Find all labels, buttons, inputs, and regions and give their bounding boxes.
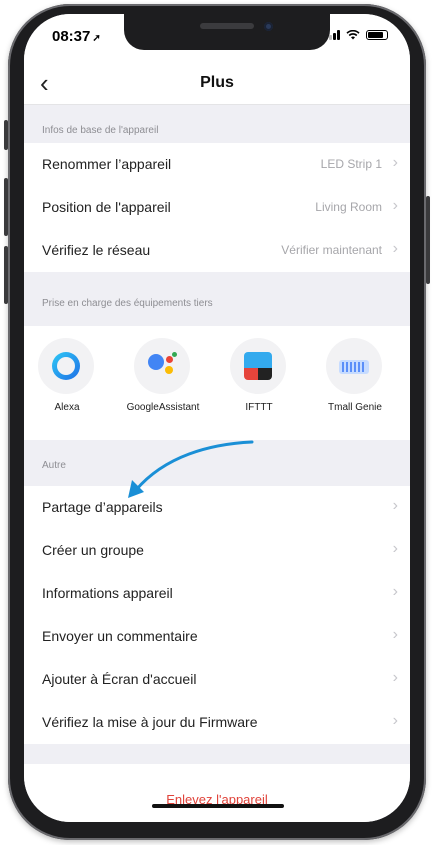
device-location-value: Living Room [315,200,382,214]
check-network-row[interactable]: Vérifiez le réseau Vérifier maintenant › [24,229,410,272]
page-title: Plus [200,74,234,91]
status-time-text: 08:37 [52,28,91,45]
status-icons [325,30,388,40]
google-assistant-item[interactable]: GoogleAssistant [118,338,208,428]
tmall-genie-label: Tmall Genie [328,402,382,413]
footer-area: Enlevez l'appareil [24,764,410,822]
section-header-basic-info: Infos de base de l'appareil [24,105,410,143]
create-group-label: Créer un groupe [42,542,144,558]
send-feedback-label: Envoyer un commentaire [42,628,198,644]
volume-down-button [4,246,8,304]
check-network-label: Vérifiez le réseau [42,242,151,258]
wifi-icon [346,30,360,40]
send-feedback-row[interactable]: Envoyer un commentaire › [24,615,410,658]
section-header-third-party: Prise en charge des équipements tiers [24,272,410,326]
location-arrow-icon: ➚ [92,33,101,44]
chevron-right-icon: › [392,626,398,643]
tmall-genie-icon [326,338,382,394]
chevron-right-icon: › [392,240,398,257]
mute-switch [4,120,8,150]
section-header-basic-info-text: Infos de base de l'appareil [42,125,159,136]
front-camera [264,22,273,31]
chevron-right-icon: › [392,154,398,171]
home-indicator [152,804,284,808]
chevron-right-icon: › [392,497,398,514]
add-to-home-screen-row[interactable]: Ajouter à Écran d'accueil › [24,658,410,701]
app-screen: 08:37 ➚ ‹ Plus Infos de base de l'apparei… [24,14,410,822]
chevron-right-icon: › [392,540,398,557]
create-group-row[interactable]: Créer un groupe › [24,529,410,572]
ifttt-item[interactable]: IFTTT [214,338,304,428]
device-location-row[interactable]: Position de l'appareil Living Room › [24,186,410,229]
status-time: 08:37 ➚ [52,28,101,45]
chevron-right-icon: › [392,669,398,686]
power-button [426,196,430,284]
chevron-right-icon: › [392,712,398,729]
device-info-row[interactable]: Informations appareil › [24,572,410,615]
firmware-update-label: Vérifiez la mise à jour du Firmware [42,714,258,730]
ifttt-label: IFTTT [245,402,273,413]
section-header-other-text: Autre [42,460,66,471]
battery-icon [366,30,388,40]
google-assistant-icon [134,338,190,394]
tmall-genie-item[interactable]: Tmall Genie [310,338,400,428]
notch [124,14,330,50]
google-assistant-label: GoogleAssistant [126,402,200,413]
device-location-label: Position de l'appareil [42,199,171,215]
rename-device-label: Renommer l’appareil [42,156,172,172]
device-info-label: Informations appareil [42,585,173,601]
add-to-home-screen-label: Ajouter à Écran d'accueil [42,671,197,687]
section-header-third-party-text: Prise en charge des équipements tiers [42,298,213,309]
firmware-update-row[interactable]: Vérifiez la mise à jour du Firmware › [24,701,410,744]
nav-bar: ‹ Plus [24,64,410,105]
annotation-arrow-icon [128,440,254,498]
volume-up-button [4,178,8,236]
alexa-icon [38,338,94,394]
alexa-item[interactable]: Alexa [24,338,112,428]
device-name-value: LED Strip 1 [320,157,382,171]
chevron-right-icon: › [392,197,398,214]
chevron-right-icon: › [392,583,398,600]
third-party-grid: Alexa GoogleAssistant IFTTT Tmall Genie [24,326,410,440]
ifttt-icon [230,338,286,394]
check-now-value: Vérifier maintenant [281,243,382,257]
speaker [200,23,254,29]
rename-device-row[interactable]: Renommer l’appareil LED Strip 1 › [24,143,410,186]
